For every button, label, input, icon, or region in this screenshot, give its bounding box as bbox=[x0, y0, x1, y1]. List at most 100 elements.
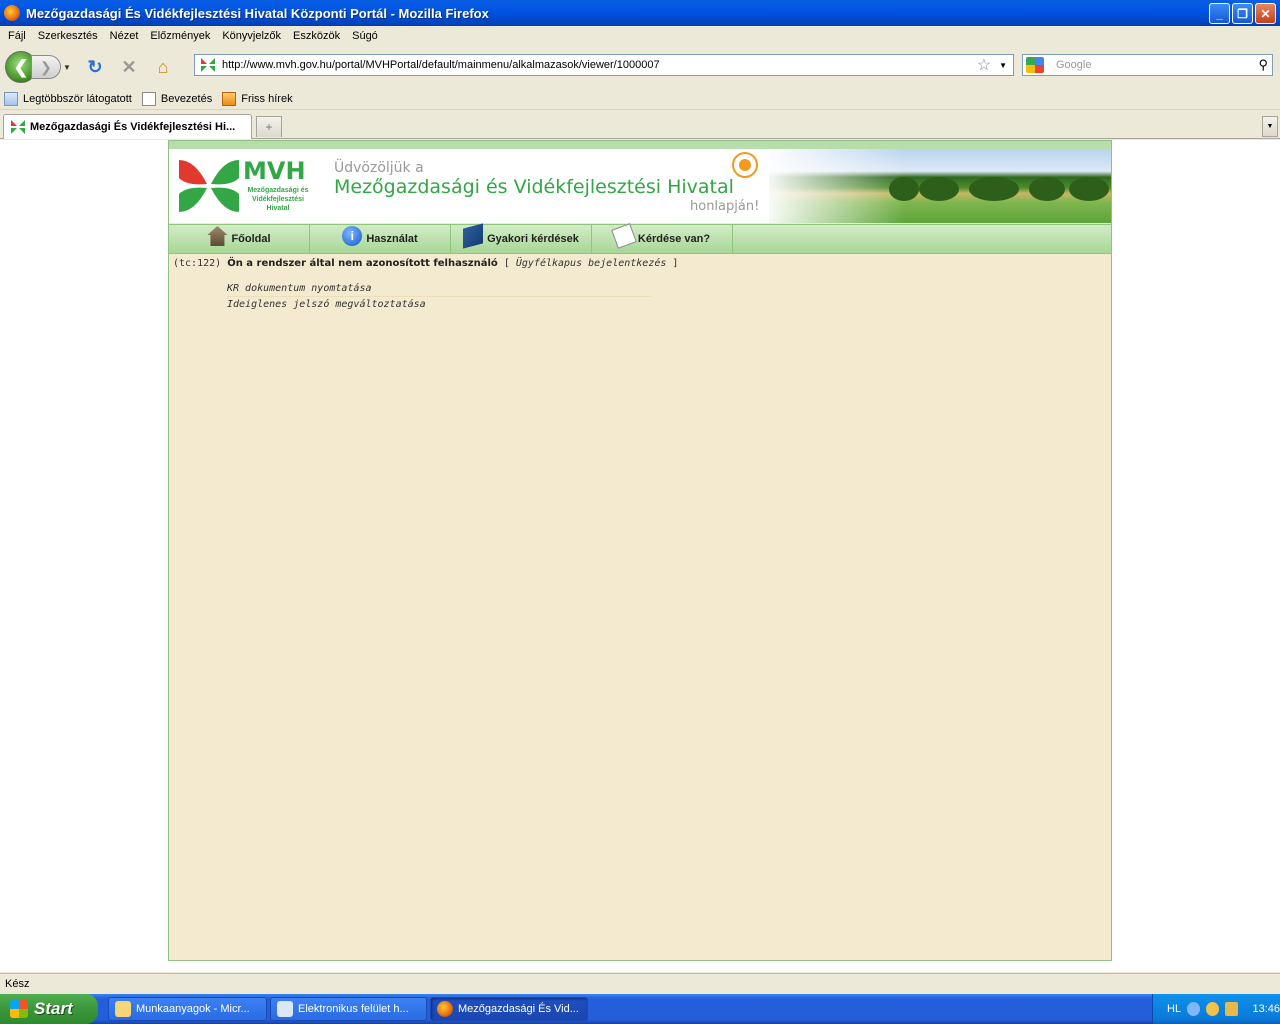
mvh-logo-icon[interactable] bbox=[177, 158, 241, 214]
site-favicon-icon bbox=[11, 120, 25, 134]
tab-list-button[interactable]: ▼ bbox=[1262, 116, 1278, 137]
window-titlebar[interactable]: Mezőgazdasági És Vidékfejlesztési Hivata… bbox=[0, 0, 1280, 26]
welcome-line-1: Üdvözöljük a bbox=[334, 160, 424, 176]
link-kr-print[interactable]: KR dokumentum nyomtatása bbox=[227, 281, 651, 297]
network-icon[interactable] bbox=[1206, 1002, 1220, 1016]
window-controls: _ ❐ ✕ bbox=[1209, 3, 1276, 24]
taskbar-item-firefox[interactable]: Mezőgazdasági És Vid... bbox=[430, 997, 588, 1021]
arrow-right-icon: ❯ bbox=[40, 58, 52, 75]
start-label: Start bbox=[34, 999, 73, 1018]
logo-subtitle: Mezőgazdasági és Vidékfejlesztési Hivata… bbox=[247, 187, 309, 212]
tree-shape bbox=[889, 177, 919, 201]
clock: 13:46 bbox=[1252, 1003, 1280, 1015]
window-title: Mezőgazdasági És Vidékfejlesztési Hivata… bbox=[26, 5, 489, 21]
tray-expand-icon[interactable] bbox=[1187, 1002, 1201, 1016]
maximize-button[interactable]: ❐ bbox=[1232, 3, 1253, 24]
status-text: Kész bbox=[5, 978, 30, 990]
google-icon[interactable] bbox=[1026, 57, 1044, 73]
menu-view[interactable]: Nézet bbox=[104, 30, 145, 42]
note-icon bbox=[611, 223, 637, 249]
login-link[interactable]: Ügyfélkapus bejelentkezés bbox=[516, 258, 667, 269]
bookmarks-toolbar: Legtöbbször látogatott Bevezetés Friss h… bbox=[0, 88, 1280, 110]
arrow-left-icon: ❮ bbox=[13, 56, 29, 77]
home-icon bbox=[207, 226, 228, 246]
search-icon[interactable]: ⚲ bbox=[1258, 57, 1268, 73]
home-icon: ⌂ bbox=[157, 56, 169, 77]
menu-history[interactable]: Előzmények bbox=[144, 30, 216, 42]
tree-shape bbox=[919, 177, 959, 201]
reload-icon: ↻ bbox=[87, 56, 103, 77]
top-strip bbox=[169, 141, 1111, 149]
menu-tools[interactable]: Eszközök bbox=[287, 30, 346, 42]
system-tray: HL 13:46 bbox=[1152, 994, 1280, 1024]
rss-icon bbox=[222, 91, 237, 106]
reload-button[interactable]: ↻ bbox=[83, 55, 107, 79]
nav-usage[interactable]: i Használat bbox=[310, 225, 451, 253]
book-icon bbox=[463, 223, 484, 249]
user-status: Ön a rendszer által nem azonosított felh… bbox=[227, 258, 498, 269]
tab-mvh[interactable]: Mezőgazdasági És Vidékfejlesztési Hi... bbox=[3, 114, 252, 139]
taskbar-item-elektronikus[interactable]: Elektronikus felület h... bbox=[270, 997, 427, 1021]
bookmark-star-icon[interactable]: ☆ bbox=[977, 55, 991, 75]
application-links: KR dokumentum nyomtatása Ideiglenes jels… bbox=[227, 281, 651, 312]
welcome-line-3: honlapján! bbox=[690, 199, 760, 214]
tree-shape bbox=[1069, 177, 1109, 201]
bracket-close: ] bbox=[672, 258, 679, 269]
search-bar[interactable]: Google ⚲ bbox=[1022, 54, 1273, 76]
tree-shape bbox=[969, 177, 1019, 201]
nav-label: Használat bbox=[366, 233, 418, 245]
bookmark-latest-headlines[interactable]: Friss hírek bbox=[222, 91, 293, 106]
address-bar[interactable]: http://www.mvh.gov.hu/portal/MVHPortal/d… bbox=[194, 54, 1014, 76]
start-button[interactable]: Start bbox=[0, 994, 98, 1024]
stop-button[interactable]: ✕ bbox=[117, 55, 141, 79]
page-icon bbox=[141, 91, 156, 106]
plus-icon: + bbox=[265, 120, 273, 134]
search-input[interactable]: Google bbox=[1056, 59, 1258, 71]
bookmark-getting-started[interactable]: Bevezetés bbox=[141, 91, 212, 106]
nav-faq[interactable]: Gyakori kérdések bbox=[451, 223, 592, 253]
bookmark-label: Legtöbbször látogatott bbox=[23, 92, 132, 105]
nav-question[interactable]: Kérdése van? bbox=[592, 223, 733, 253]
close-button[interactable]: ✕ bbox=[1255, 3, 1276, 24]
main-content: (tc:122) Ön a rendszer által nem azonosí… bbox=[169, 254, 1111, 316]
menu-help[interactable]: Súgó bbox=[346, 30, 384, 42]
chevron-down-icon: ▼ bbox=[1266, 123, 1274, 130]
url-dropdown-icon[interactable]: ▼ bbox=[999, 61, 1007, 70]
firefox-icon bbox=[437, 1001, 453, 1017]
welcome-line-2: Mezőgazdasági és Vidékfejlesztési Hivata… bbox=[334, 176, 734, 198]
new-tab-button[interactable]: + bbox=[256, 116, 282, 137]
nav-label: Gyakori kérdések bbox=[487, 233, 579, 245]
language-indicator[interactable]: HL bbox=[1167, 1003, 1181, 1015]
url-text[interactable]: http://www.mvh.gov.hu/portal/MVHPortal/d… bbox=[222, 59, 977, 71]
lock-icon[interactable] bbox=[1225, 1002, 1239, 1016]
outlook-icon bbox=[115, 1001, 131, 1017]
history-dropdown-icon[interactable]: ▼ bbox=[63, 63, 73, 72]
info-icon: i bbox=[342, 226, 363, 246]
nav-label: Főoldal bbox=[231, 233, 271, 245]
menu-file[interactable]: Fájl bbox=[2, 30, 32, 42]
forward-button[interactable]: ❯ bbox=[31, 55, 61, 79]
site-favicon-icon bbox=[201, 58, 215, 72]
link-temp-password[interactable]: Ideiglenes jelszó megváltoztatása bbox=[227, 297, 651, 312]
home-button[interactable]: ⌂ bbox=[151, 55, 175, 79]
bookmark-folder-icon bbox=[4, 91, 18, 106]
mvh-site: MVH Mezőgazdasági és Vidékfejlesztési Hi… bbox=[168, 140, 1112, 961]
menu-bookmarks[interactable]: Könyvjelzők bbox=[216, 30, 287, 42]
bookmark-label: Friss hírek bbox=[241, 92, 293, 105]
taskbar-item-label: Munkaanyagok - Micr... bbox=[136, 1003, 250, 1015]
page-viewport[interactable]: MVH Mezőgazdasági és Vidékfejlesztési Hi… bbox=[0, 140, 1280, 972]
firefox-icon bbox=[4, 5, 20, 21]
taskbar: Start Munkaanyagok - Micr... Elektroniku… bbox=[0, 994, 1280, 1024]
nav-home[interactable]: Főoldal bbox=[169, 225, 310, 253]
taskbar-item-label: Elektronikus felület h... bbox=[298, 1003, 409, 1015]
session-code: (tc:122) bbox=[173, 258, 222, 269]
word-icon bbox=[277, 1001, 293, 1017]
tab-label: Mezőgazdasági És Vidékfejlesztési Hi... bbox=[30, 121, 236, 133]
tree-shape bbox=[1029, 177, 1065, 201]
taskbar-item-munkaanyagok[interactable]: Munkaanyagok - Micr... bbox=[108, 997, 267, 1021]
sgs-badge-icon bbox=[732, 152, 758, 178]
status-bar: Kész bbox=[0, 973, 1280, 994]
menu-edit[interactable]: Szerkesztés bbox=[32, 30, 104, 42]
bookmark-most-visited[interactable]: Legtöbbször látogatott bbox=[4, 91, 132, 106]
minimize-button[interactable]: _ bbox=[1209, 3, 1230, 24]
